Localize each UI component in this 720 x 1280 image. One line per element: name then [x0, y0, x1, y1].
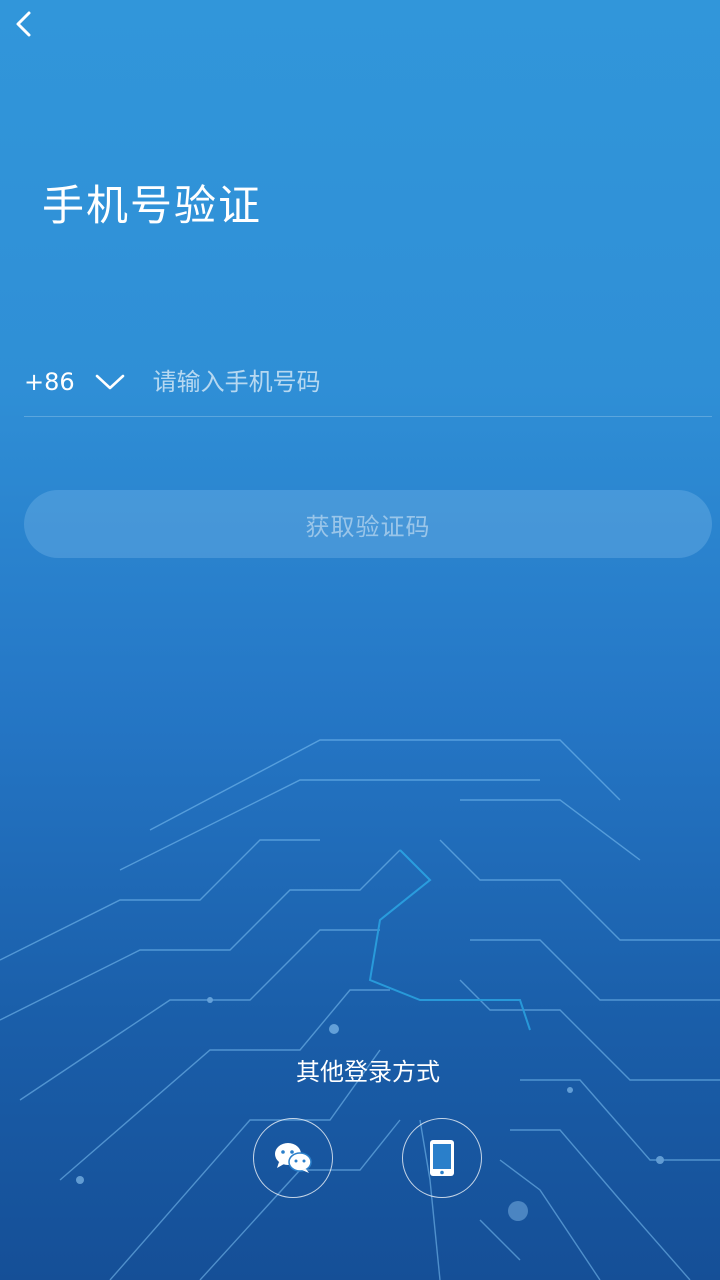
get-verification-code-button[interactable]: 获取验证码 [24, 490, 712, 558]
wechat-icon [275, 1143, 312, 1173]
other-login-label: 其他登录方式 [296, 1058, 440, 1086]
phone-verification-screen: 手机号验证 +86 获取验证码 其他登录方式 [0, 0, 720, 1280]
chevron-down-icon [95, 374, 124, 390]
other-login-options [252, 1118, 486, 1202]
phone-login-button[interactable] [402, 1118, 482, 1198]
back-button[interactable] [6, 6, 42, 42]
chevron-left-icon [16, 11, 31, 37]
page-title: 手机号验证 [42, 181, 263, 230]
phone-input-row: +86 [24, 348, 712, 417]
country-code-dropdown[interactable] [95, 372, 125, 392]
country-code[interactable]: +86 [24, 368, 75, 396]
mobile-phone-icon [430, 1140, 454, 1176]
phone-number-input[interactable] [152, 368, 712, 396]
wechat-login-button[interactable] [253, 1118, 333, 1198]
